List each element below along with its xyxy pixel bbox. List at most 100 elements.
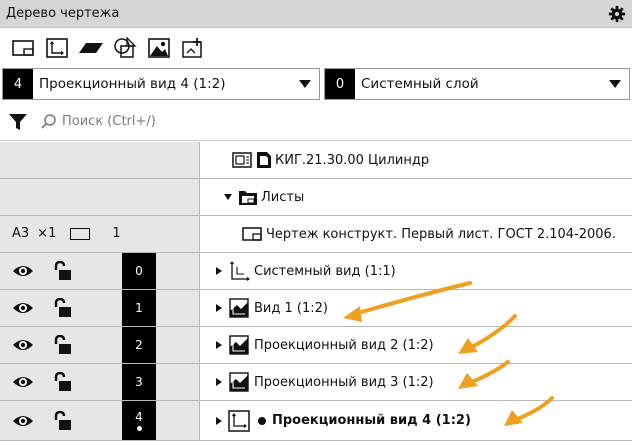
eye-icon[interactable] bbox=[12, 374, 34, 390]
gear-icon[interactable] bbox=[608, 5, 626, 23]
shapes-icon bbox=[114, 37, 137, 58]
view-axes-icon bbox=[46, 38, 68, 58]
eye-icon[interactable] bbox=[12, 263, 34, 279]
sheet-orientation-icon bbox=[70, 227, 91, 240]
expand-arrow-icon[interactable] bbox=[216, 416, 222, 425]
sheets-folder-icon bbox=[239, 191, 257, 205]
layer-number: 2 bbox=[122, 327, 156, 363]
sheet-label: Чертеж конструкт. Первый лист. ГОСТ 2.10… bbox=[266, 226, 616, 242]
tree-row-view-2[interactable]: 2 Проекционный вид 2 (1:2) bbox=[0, 327, 632, 364]
layer-parallelogram-icon bbox=[79, 43, 103, 53]
view-select[interactable]: 4 Проекционный вид 4 (1:2) bbox=[2, 68, 320, 100]
chevron-down-icon bbox=[299, 80, 311, 88]
view-label: Системный вид (1:1) bbox=[254, 263, 396, 279]
panel-title: Дерево чертежа bbox=[6, 6, 120, 21]
view-node[interactable]: Системный вид (1:1) bbox=[200, 253, 632, 289]
row-left-column: A3 ×1 1 bbox=[0, 216, 200, 252]
document-label: КИГ.21.30.00 Цилиндр bbox=[275, 152, 430, 168]
sheet-multiplier: ×1 bbox=[37, 226, 57, 241]
projection-view-icon bbox=[229, 335, 249, 355]
document-node[interactable]: КИГ.21.30.00 Цилиндр bbox=[200, 142, 632, 178]
current-view-icon bbox=[228, 409, 250, 432]
sheet-format-info: A3 ×1 1 bbox=[12, 226, 121, 241]
drawing-tree: КИГ.21.30.00 Цилиндр Листы A3 ×1 1 Черте… bbox=[0, 142, 632, 441]
expand-arrow-icon[interactable] bbox=[216, 267, 222, 275]
unlocked-icon[interactable] bbox=[52, 411, 72, 431]
row-left-column: 4 bbox=[0, 401, 200, 440]
new-sheet-button[interactable] bbox=[10, 35, 36, 61]
row-left-column bbox=[0, 142, 200, 178]
selectors-row: 4 Проекционный вид 4 (1:2) 0 Системный с… bbox=[0, 68, 632, 102]
active-view-bullet-icon bbox=[258, 416, 266, 425]
view-node-active[interactable]: Проекционный вид 4 (1:2) bbox=[200, 401, 632, 440]
search-bar: Поиск (Ctrl+/) bbox=[0, 103, 632, 141]
unlocked-icon[interactable] bbox=[52, 261, 72, 281]
layer-number-active: 4 bbox=[122, 401, 156, 440]
view-label: Вид 1 (1:2) bbox=[254, 300, 328, 316]
view-label: Проекционный вид 3 (1:2) bbox=[254, 374, 434, 390]
document-icon bbox=[257, 152, 271, 168]
sheet-icon bbox=[12, 40, 34, 56]
view-node[interactable]: Проекционный вид 2 (1:2) bbox=[200, 327, 632, 363]
projection-view-icon bbox=[229, 372, 249, 392]
search-input[interactable]: Поиск (Ctrl+/) bbox=[62, 114, 156, 129]
expand-arrow-icon[interactable] bbox=[216, 378, 222, 386]
sheet-icon bbox=[242, 227, 262, 241]
layer-number: 3 bbox=[122, 364, 156, 400]
drawing-tree-toolbar bbox=[0, 28, 632, 68]
view-label-active: Проекционный вид 4 (1:2) bbox=[272, 413, 471, 428]
document-properties-icon bbox=[232, 152, 252, 168]
view-label: Проекционный вид 2 (1:2) bbox=[254, 337, 434, 353]
layer-number: 0 bbox=[122, 253, 156, 289]
chevron-down-icon bbox=[609, 80, 621, 88]
unlocked-icon[interactable] bbox=[52, 298, 72, 318]
layer-number: 4 bbox=[135, 409, 143, 424]
unlocked-icon[interactable] bbox=[52, 335, 72, 355]
layer-number: 1 bbox=[122, 290, 156, 326]
picture-icon bbox=[148, 38, 170, 58]
search-icon bbox=[41, 113, 56, 129]
eye-icon[interactable] bbox=[12, 300, 34, 316]
sheet-number: 1 bbox=[112, 226, 121, 241]
expand-arrow-icon[interactable] bbox=[216, 341, 222, 349]
tree-row-view-4[interactable]: 4 Проекционный вид 4 (1:2) bbox=[0, 401, 632, 441]
row-left-column: 2 bbox=[0, 327, 200, 363]
expand-arrow-icon[interactable] bbox=[224, 194, 232, 200]
view-node[interactable]: Проекционный вид 3 (1:2) bbox=[200, 364, 632, 400]
sheet-format: A3 bbox=[12, 226, 30, 241]
expand-arrow-icon[interactable] bbox=[216, 304, 222, 312]
row-left-column: 0 bbox=[0, 253, 200, 289]
tree-row-view-1[interactable]: 1 Вид 1 (1:2) bbox=[0, 290, 632, 327]
tree-row-sheets[interactable]: Листы bbox=[0, 179, 632, 216]
row-left-column: 3 bbox=[0, 364, 200, 400]
view-node[interactable]: Вид 1 (1:2) bbox=[200, 290, 632, 326]
layer-select-label: Системный слой bbox=[361, 76, 479, 92]
new-view-button[interactable] bbox=[44, 35, 70, 61]
eye-icon[interactable] bbox=[12, 337, 34, 353]
system-view-icon bbox=[230, 261, 250, 281]
eye-icon[interactable] bbox=[12, 413, 34, 429]
view-select-label: Проекционный вид 4 (1:2) bbox=[39, 76, 226, 92]
panel-titlebar: Дерево чертежа bbox=[0, 0, 632, 28]
image-button[interactable] bbox=[146, 35, 172, 61]
filter-icon bbox=[9, 113, 27, 130]
geometry-button[interactable] bbox=[112, 35, 138, 61]
unlocked-icon[interactable] bbox=[52, 372, 72, 392]
tree-row-document[interactable]: КИГ.21.30.00 Цилиндр bbox=[0, 142, 632, 179]
view-icon bbox=[229, 298, 249, 318]
layer-select-number: 0 bbox=[325, 69, 355, 99]
filter-button[interactable] bbox=[0, 103, 36, 141]
layer-button[interactable] bbox=[78, 35, 104, 61]
fragment-button[interactable] bbox=[180, 35, 206, 61]
tree-row-view-0[interactable]: 0 Системный вид (1:1) bbox=[0, 253, 632, 290]
fragment-icon bbox=[182, 38, 202, 58]
sheet-node[interactable]: Чертеж конструкт. Первый лист. ГОСТ 2.10… bbox=[200, 216, 632, 252]
tree-row-sheet[interactable]: A3 ×1 1 Чертеж конструкт. Первый лист. Г… bbox=[0, 216, 632, 253]
sheets-node[interactable]: Листы bbox=[200, 179, 632, 215]
view-select-number: 4 bbox=[3, 69, 33, 99]
sheets-label: Листы bbox=[261, 189, 305, 205]
layer-select[interactable]: 0 Системный слой bbox=[324, 68, 630, 100]
tree-row-view-3[interactable]: 3 Проекционный вид 3 (1:2) bbox=[0, 364, 632, 401]
row-left-column bbox=[0, 179, 200, 215]
row-left-column: 1 bbox=[0, 290, 200, 326]
